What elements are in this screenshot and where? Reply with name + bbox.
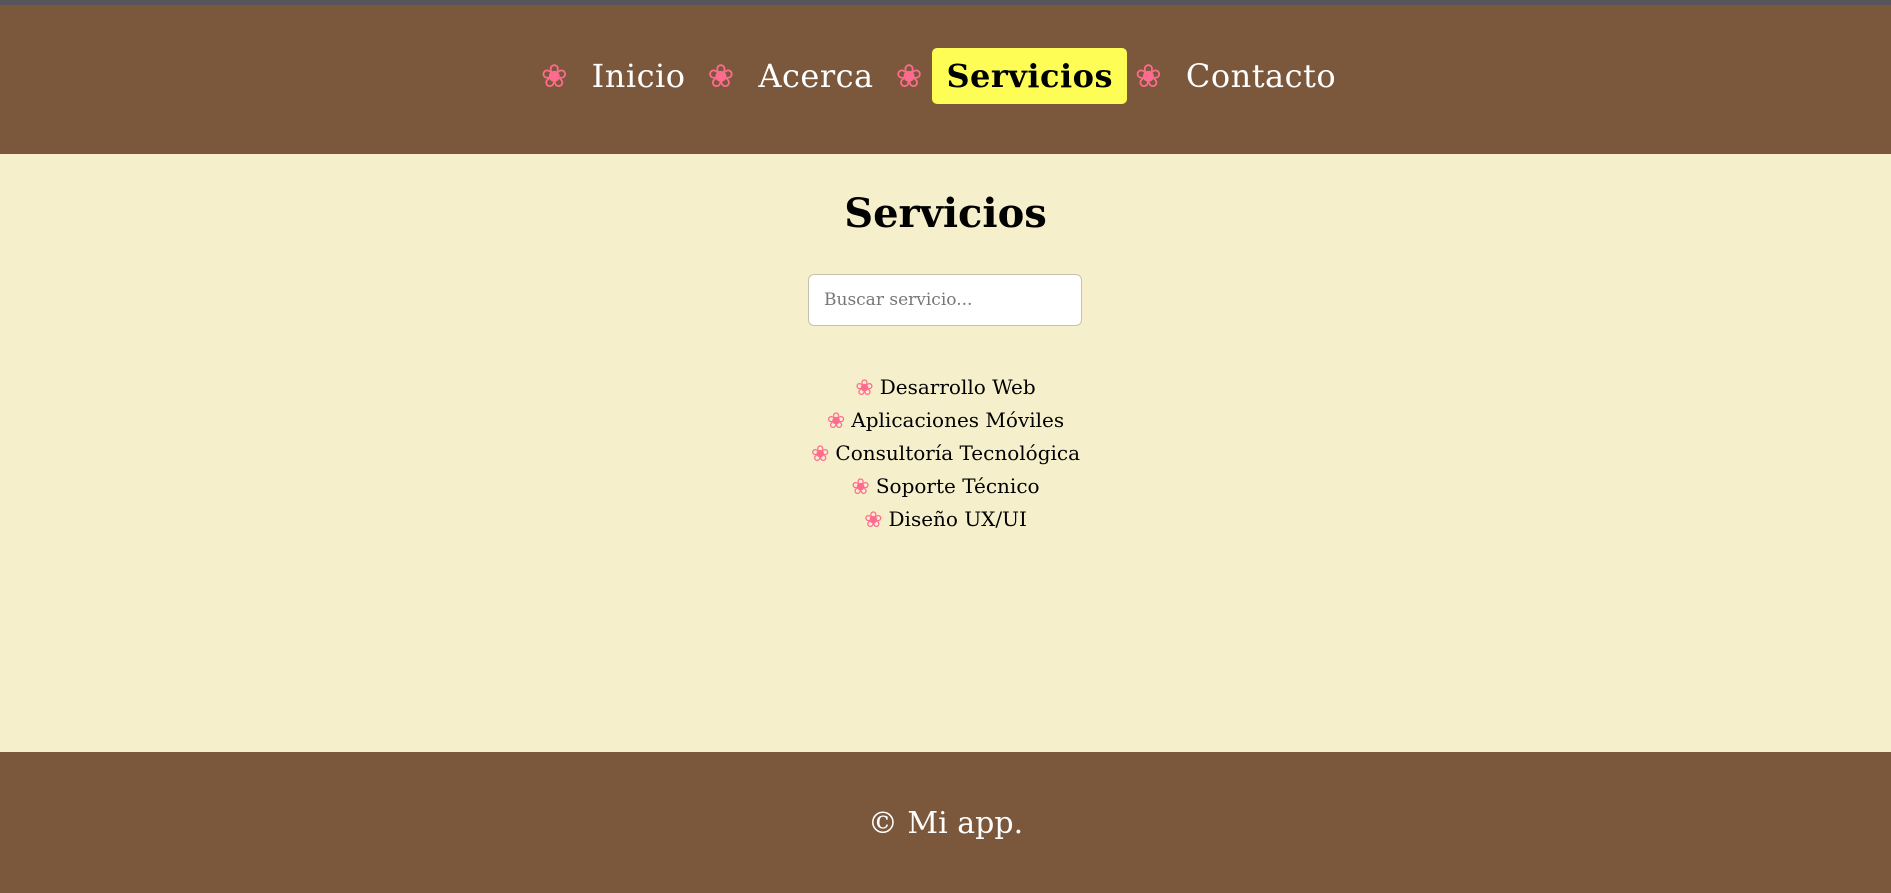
flower-icon: ❀ (855, 376, 874, 401)
nav-link-servicios[interactable]: Servicios (932, 48, 1128, 104)
flower-icon: ❀ (540, 57, 568, 95)
site-header: ❀ Inicio ❀ Acerca ❀ Servicios ❀ Contacto (0, 5, 1891, 154)
site-footer: © Mi app. (0, 752, 1891, 893)
service-label: Soporte Técnico (875, 474, 1040, 498)
nav-item-inicio[interactable]: ❀ Inicio (541, 48, 700, 104)
flower-icon: ❀ (851, 475, 870, 500)
flower-icon: ❀ (707, 57, 735, 95)
main-content: Servicios ❀Desarrollo Web ❀Aplicaciones … (0, 154, 1891, 752)
service-label: Aplicaciones Móviles (851, 408, 1065, 432)
page-title: Servicios (844, 190, 1047, 237)
flower-icon: ❀ (895, 57, 923, 95)
service-label: Consultoría Tecnológica (835, 441, 1081, 465)
service-label: Diseño UX/UI (888, 507, 1027, 531)
flower-icon: ❀ (864, 508, 883, 533)
list-item: ❀ Aplicaciones Móviles (0, 404, 1891, 437)
nav-link-contacto[interactable]: Contacto (1172, 48, 1350, 104)
flower-icon: ❀ (826, 409, 846, 434)
list-item: ❀ Soporte Técnico (0, 470, 1891, 503)
search-input[interactable] (808, 274, 1082, 326)
nav-item-servicios[interactable]: ❀ Servicios (895, 48, 1128, 104)
nav-link-inicio[interactable]: Inicio (578, 48, 700, 104)
footer-copyright: © Mi app. (867, 806, 1024, 841)
service-list: ❀ Desarrollo Web ❀ Aplicaciones Móviles ❀ C… (0, 371, 1891, 536)
service-label: Desarrollo Web (879, 375, 1036, 399)
nav-item-acerca[interactable]: ❀ Acerca (708, 48, 888, 104)
list-item: ❀ Consultoría Tecnológica (0, 437, 1891, 470)
main-nav: ❀ Inicio ❀ Acerca ❀ Servicios ❀ Contacto (0, 45, 1891, 107)
list-item: ❀ Desarrollo Web (0, 371, 1891, 404)
nav-link-acerca[interactable]: Acerca (744, 48, 887, 104)
flower-icon: ❀ (810, 442, 830, 467)
list-item: ❀ Diseño UX/UI (0, 503, 1891, 536)
nav-item-contacto[interactable]: ❀ Contacto (1135, 48, 1350, 104)
flower-icon: ❀ (1135, 57, 1162, 95)
